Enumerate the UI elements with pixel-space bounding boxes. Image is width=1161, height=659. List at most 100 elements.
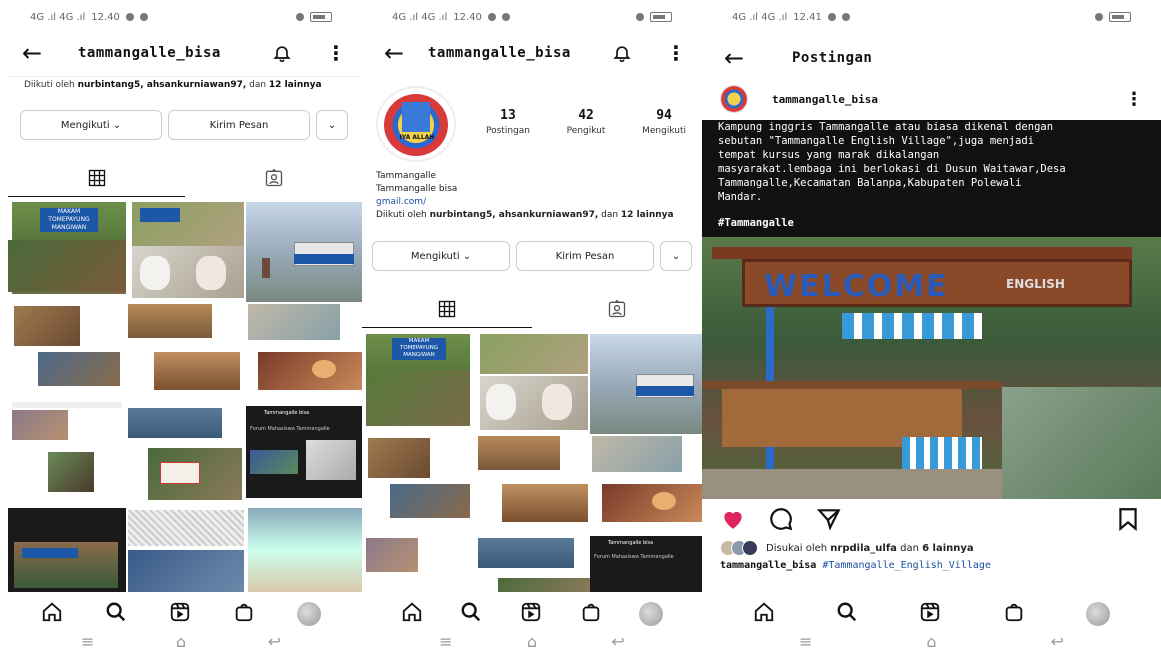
shop-icon[interactable] (580, 601, 602, 627)
followed-by-users[interactable]: nurbintang5, ahsankurniawan97, (430, 210, 599, 220)
back-arrow-icon[interactable]: ← (22, 41, 52, 65)
caption-hashtag-link[interactable]: #Tammangalle_English_Village (822, 560, 991, 571)
grid-thumb[interactable] (248, 304, 340, 340)
grid-thumb[interactable] (498, 578, 590, 592)
home-gesture-icon[interactable]: ⌂ (926, 632, 936, 651)
share-icon[interactable] (816, 506, 842, 536)
tab-tagged[interactable] (185, 163, 362, 197)
profile-logo[interactable]: IYA ALLAH (376, 86, 456, 162)
following-label: Mengikuti (642, 126, 686, 136)
likes-text[interactable]: Disukai oleh nrpdila_ulfa dan 6 lainnya (766, 543, 974, 554)
bell-icon[interactable] (272, 43, 292, 63)
home-gesture-icon[interactable]: ⌂ (176, 632, 186, 651)
alarm-icon (636, 13, 644, 21)
followed-by-others[interactable]: 12 lainnya (269, 80, 322, 90)
search-icon[interactable] (105, 601, 127, 627)
tagged-person-icon (607, 299, 627, 323)
tab-grid[interactable] (362, 294, 532, 328)
grid-thumb[interactable] (8, 240, 126, 292)
grid-thumb[interactable] (128, 510, 244, 546)
reels-icon[interactable] (520, 601, 542, 627)
grid-thumb[interactable] (128, 304, 212, 338)
reels-icon[interactable] (169, 601, 191, 627)
grid-thumb-card[interactable] (8, 508, 126, 592)
message-button[interactable]: Kirim Pesan (168, 110, 310, 140)
grid-thumb[interactable] (148, 448, 242, 500)
shop-icon[interactable] (233, 601, 255, 627)
comment-icon[interactable] (768, 506, 794, 536)
suggested-dropdown-button[interactable]: ⌄ (660, 241, 692, 271)
back-gesture-icon[interactable]: ↩ (1051, 632, 1064, 651)
reels-icon[interactable] (919, 601, 941, 627)
menu-icon[interactable]: ≡ (81, 632, 94, 651)
more-options-icon[interactable]: ⋮ (1125, 89, 1143, 110)
grid-thumb[interactable] (38, 352, 120, 386)
grid-thumb[interactable] (602, 484, 702, 522)
stat-posts[interactable]: 13 Postingan (486, 108, 530, 136)
grid-thumb[interactable] (12, 410, 68, 440)
bookmark-icon[interactable] (1115, 506, 1141, 536)
grid-thumb[interactable] (258, 352, 362, 390)
post-photo[interactable]: WELCOME ENGLISH (702, 237, 1161, 499)
grid-thumb[interactable] (478, 538, 574, 568)
bio-link[interactable]: gmail.com/ (376, 196, 674, 209)
profile-avatar[interactable] (639, 602, 664, 626)
grid-thumb[interactable] (246, 202, 362, 302)
following-button[interactable]: Mengikuti ⌄ (20, 110, 162, 140)
more-options-icon[interactable]: ⋮ (326, 43, 346, 63)
grid-thumb[interactable] (154, 352, 240, 390)
grid-thumb[interactable] (366, 538, 418, 572)
profile-avatar[interactable] (1086, 602, 1111, 626)
profile-avatar[interactable] (297, 602, 321, 626)
back-gesture-icon[interactable]: ↩ (268, 632, 281, 651)
back-arrow-icon[interactable]: ← (724, 46, 754, 70)
home-icon[interactable] (41, 601, 63, 627)
followed-by-users[interactable]: nurbintang5, ahsankurniawan97, (78, 80, 247, 90)
tab-grid[interactable] (8, 163, 185, 197)
menu-icon[interactable]: ≡ (799, 632, 812, 651)
author-username[interactable]: tammangalle_bisa (772, 93, 878, 106)
home-icon[interactable] (753, 601, 775, 627)
back-arrow-icon[interactable]: ← (384, 41, 414, 65)
stat-following[interactable]: 94 Mengikuti (642, 108, 686, 136)
stat-followers[interactable]: 42 Pengikut (567, 108, 606, 136)
home-gesture-icon[interactable]: ⌂ (527, 632, 537, 651)
shop-icon[interactable] (1003, 601, 1025, 627)
likes-user[interactable]: nrpdila_ulfa (830, 543, 897, 554)
grid-thumb[interactable] (478, 436, 560, 470)
grid-thumb[interactable] (128, 408, 222, 438)
followed-by-others[interactable]: 12 lainnya (621, 210, 674, 220)
grid-thumb[interactable] (480, 334, 588, 374)
likes-others[interactable]: 6 lainnya (922, 543, 974, 554)
grid-thumb[interactable] (132, 246, 244, 298)
tab-tagged[interactable] (532, 294, 702, 328)
back-gesture-icon[interactable]: ↩ (611, 632, 624, 651)
caption-username[interactable]: tammangalle_bisa (720, 560, 816, 571)
grid-thumb[interactable] (502, 484, 588, 522)
grid-thumb-card[interactable]: Tammangalle bisa Forum Mahasiswa Tammang… (246, 406, 362, 498)
author-avatar[interactable] (720, 85, 748, 113)
grid-thumb[interactable]: MAKAM TOMEPAYUNG MANGIWAN (366, 334, 470, 426)
search-icon[interactable] (836, 601, 858, 627)
home-icon[interactable] (401, 601, 423, 627)
heart-icon[interactable] (720, 506, 746, 536)
grid-thumb[interactable] (480, 376, 588, 430)
message-button[interactable]: Kirim Pesan (516, 241, 654, 271)
menu-icon[interactable]: ≡ (439, 632, 452, 651)
grid-thumb[interactable] (128, 550, 244, 592)
grid-thumb[interactable] (590, 334, 702, 434)
grid-thumb[interactable] (368, 438, 430, 478)
grid-thumb[interactable] (14, 306, 80, 346)
liker-avatars[interactable] (720, 540, 758, 556)
search-icon[interactable] (460, 601, 482, 627)
following-button[interactable]: Mengikuti ⌄ (372, 241, 510, 271)
more-options-icon[interactable]: ⋮ (666, 43, 686, 63)
suggested-dropdown-button[interactable]: ⌄ (316, 110, 348, 140)
grid-thumb[interactable] (48, 452, 94, 492)
grid-thumb-card[interactable]: Tammangalle bisa Forum Mahasiswa Tammang… (590, 536, 702, 592)
grid-thumb[interactable] (390, 484, 470, 518)
grid-thumb[interactable] (248, 508, 362, 592)
bell-icon[interactable] (612, 43, 632, 63)
grid-thumb[interactable] (592, 436, 682, 472)
grid-thumb[interactable] (132, 202, 244, 246)
